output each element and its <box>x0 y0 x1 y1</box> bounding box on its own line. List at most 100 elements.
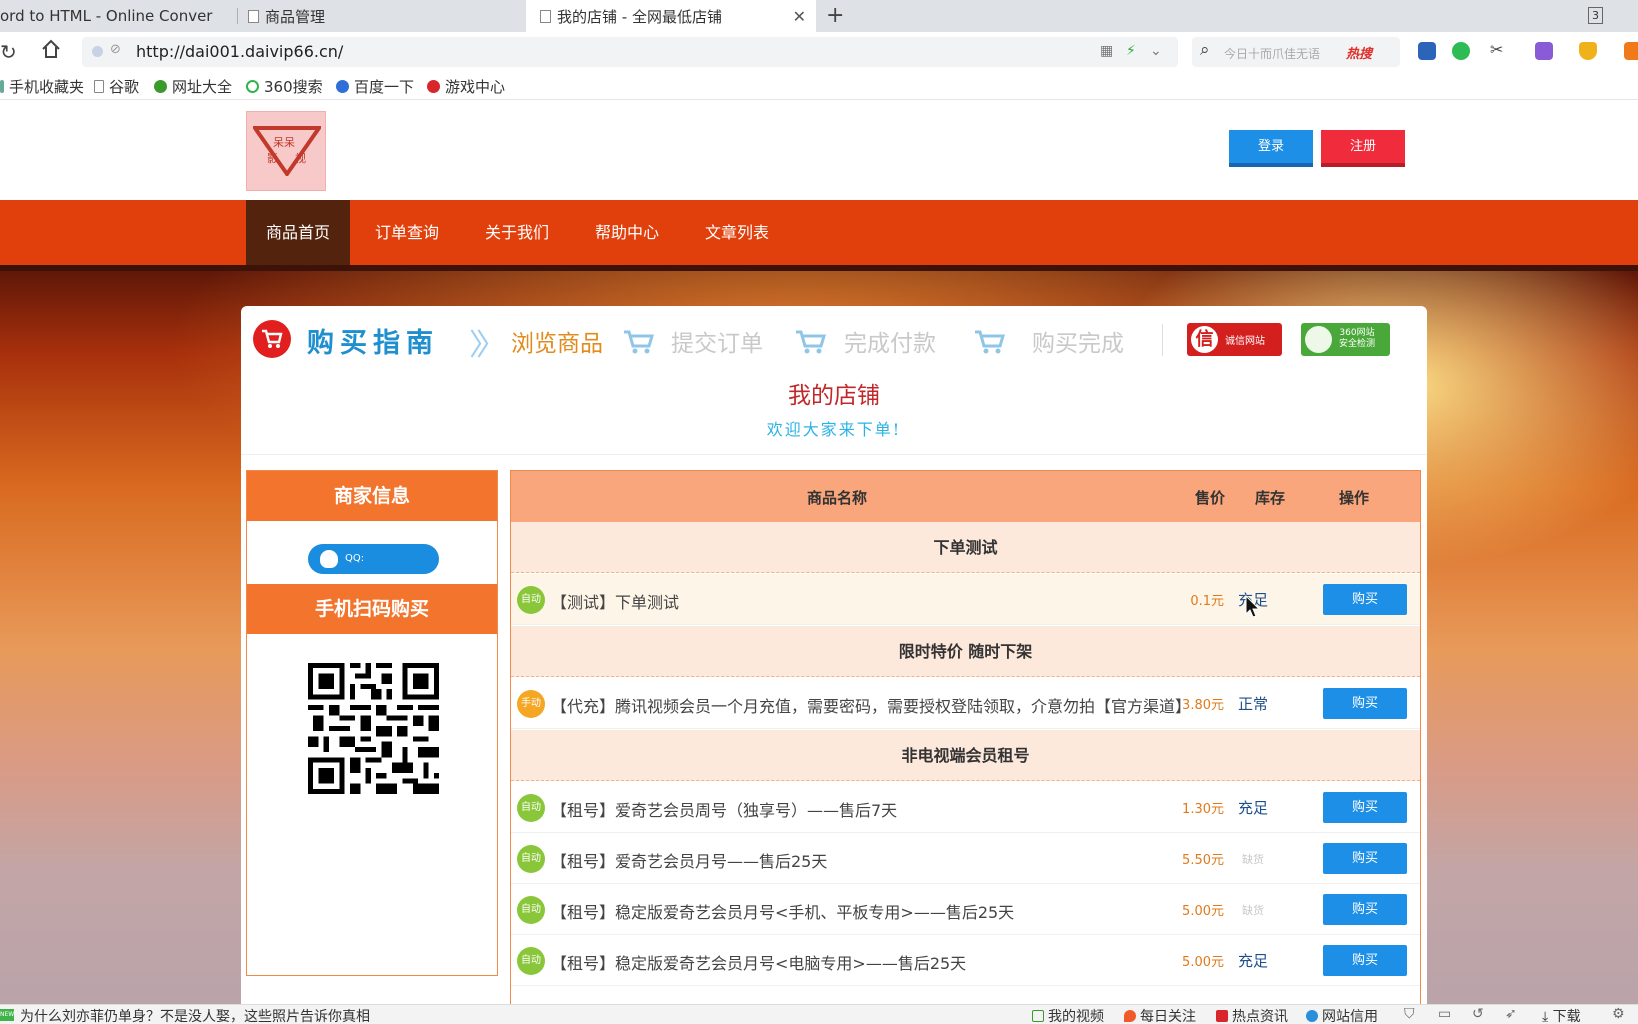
site-logo[interactable]: 呆呆 影 视 <box>246 111 326 191</box>
security-badge-line: 安全检测 <box>1339 339 1376 349</box>
product-name[interactable]: 【测试】下单测试 <box>551 589 1191 613</box>
cart-icon <box>975 330 1006 354</box>
header-product-name: 商品名称 <box>807 489 868 507</box>
category-row: 限时特价 随时下架 <box>511 626 1420 677</box>
address-bar[interactable]: ⊘ http://dai001.daivip66.cn/ ▦ ⚡ ⌄ <box>82 37 1178 67</box>
search-box[interactable]: ⌕ 今日十而爪佳无语 热搜 <box>1192 37 1400 67</box>
magnifier-icon <box>1305 326 1332 353</box>
bookmark-label: 百度一下 <box>354 78 415 96</box>
step-submit: 提交订单 <box>671 331 763 357</box>
tab-my-shop[interactable]: 我的店铺 - 全网最低店铺 ✕ <box>526 0 816 32</box>
bookmark-label: 谷歌 <box>109 78 140 96</box>
shop-title: 我的店铺 <box>788 383 880 409</box>
nav-item-articles[interactable]: 文章列表 <box>692 200 782 265</box>
my-videos-link[interactable]: 我的视频 <box>1032 1006 1104 1024</box>
guide-title: 购买指南 <box>307 328 439 359</box>
product-name[interactable]: 【租号】爱奇艺会员月号——售后25天 <box>551 848 1191 872</box>
buy-button[interactable]: 购买 <box>1323 792 1407 823</box>
news-ticker[interactable]: 为什么刘亦菲仍单身？不是没人娶，这些照片告诉你真相 <box>20 1006 370 1024</box>
nav-item-about[interactable]: 关于我们 <box>472 200 562 265</box>
scissors-icon[interactable]: ✂ <box>1490 40 1508 59</box>
bookmark-label: 手机收藏夹 <box>9 78 85 96</box>
wechat-icon[interactable] <box>1452 42 1470 60</box>
buy-button[interactable]: 购买 <box>1323 688 1407 719</box>
buy-button[interactable]: 购买 <box>1323 894 1407 925</box>
nav-item-order-query[interactable]: 订单查询 <box>362 200 452 265</box>
shield-icon[interactable] <box>1579 42 1597 60</box>
auto-delivery-badge: 自动 <box>517 896 545 924</box>
table-row[interactable]: 手动 【代充】腾讯视频会员一个月充值，需要密码，需要授权登陆领取，介意勿拍【官方… <box>511 678 1420 729</box>
login-button[interactable]: 登录 <box>1229 130 1313 167</box>
close-tab-icon[interactable]: ✕ <box>793 7 806 26</box>
shield-icon[interactable]: ⛉ <box>1404 1006 1415 1022</box>
daily-follow-link[interactable]: 每日关注 <box>1124 1006 1196 1024</box>
table-row[interactable]: 自动 【测试】下单测试 0.1元 充足 购买 <box>511 574 1420 625</box>
trusted-site-badge[interactable]: 信 诚信网站 <box>1187 323 1282 356</box>
url-text[interactable]: http://dai001.daivip66.cn/ <box>136 42 343 61</box>
refresh-icon[interactable]: ↺ <box>1472 1006 1484 1022</box>
image-icon[interactable]: ▭ <box>1438 1006 1451 1022</box>
bookmark-label: 360搜索 <box>264 78 323 96</box>
bookmark-baidu[interactable]: 百度一下 <box>336 76 414 97</box>
nav-item-help[interactable]: 帮助中心 <box>582 200 672 265</box>
settings-icon[interactable]: ⚙ <box>1612 1006 1625 1022</box>
product-name[interactable]: 【租号】稳定版爱奇艺会员月号<手机、平板专用>——售后25天 <box>551 899 1191 923</box>
product-price: 3.80元 <box>1182 698 1224 713</box>
auto-delivery-badge: 自动 <box>517 947 545 975</box>
home-icon[interactable] <box>40 38 62 65</box>
bookmark-game-center[interactable]: 游戏中心 <box>427 76 505 97</box>
main-panel: 购买指南 〉〉 浏览商品 提交订单 完成付款 购买完成 信 诚信网站 360网站… <box>241 306 1427 1010</box>
table-row[interactable]: 自动 【租号】爱奇艺会员周号（独享号）——售后7天 1.30元 充足 购买 <box>511 782 1420 833</box>
double-chevron-icon: 〉〉 <box>469 328 506 363</box>
step-browse: 浏览商品 <box>511 331 603 357</box>
qq-contact-button[interactable]: QQ: <box>308 544 439 574</box>
divider <box>241 454 1427 455</box>
buy-button[interactable]: 购买 <box>1323 945 1407 976</box>
extension-icon[interactable] <box>1624 42 1638 60</box>
bookmark-360-search[interactable]: 360搜索 <box>246 76 323 97</box>
speed-icon[interactable]: ⚡ <box>1126 43 1136 59</box>
site-credit-link[interactable]: 网站信用 <box>1306 1006 1378 1024</box>
table-row[interactable]: 自动 【租号】稳定版爱奇艺会员月号<手机、平板专用>——售后25天 5.00元 … <box>511 884 1420 935</box>
chevron-down-icon[interactable]: ⌄ <box>1150 43 1162 59</box>
phone-icon <box>0 80 4 93</box>
downloads-link[interactable]: ⤓ 下载 <box>1542 1006 1581 1024</box>
search-360-icon <box>246 80 259 93</box>
security-badge-line: 360网站 <box>1339 328 1375 338</box>
tab-word-to-html[interactable]: ord to HTML - Online Conver <box>0 0 232 32</box>
reload-icon[interactable]: ↻ <box>0 40 17 64</box>
nav-item-home[interactable]: 商品首页 <box>246 200 350 265</box>
extension-icon[interactable] <box>1418 42 1436 60</box>
table-row[interactable]: 自动 【租号】稳定版爱奇艺会员月号<电脑专用>——售后25天 5.00元 充足 … <box>511 935 1420 986</box>
tab-product-management[interactable]: 商品管理 <box>248 0 518 32</box>
search-placeholder: 今日十而爪佳无语 <box>1224 47 1321 61</box>
buy-button[interactable]: 购买 <box>1323 843 1407 874</box>
mouse-cursor-icon <box>1245 595 1261 618</box>
new-tab-button[interactable]: + <box>826 3 844 28</box>
qq-penguin-icon <box>320 550 338 568</box>
security-check-badge[interactable]: 360网站 安全检测 <box>1301 323 1390 356</box>
buy-button[interactable]: 购买 <box>1323 584 1407 615</box>
table-row[interactable]: 自动 【租号】爱奇艺会员月号——售后25天 5.50元 缺货 购买 <box>511 833 1420 884</box>
tab-count[interactable]: 3 <box>1588 7 1603 24</box>
product-name[interactable]: 【租号】爱奇艺会员周号（独享号）——售后7天 <box>551 797 1191 821</box>
product-name[interactable]: 【租号】稳定版爱奇艺会员月号<电脑专用>——售后25天 <box>551 950 1191 974</box>
product-name[interactable]: 【代充】腾讯视频会员一个月充值，需要密码，需要授权登陆领取，介意勿拍【官方渠道】 <box>551 693 1191 717</box>
site-info-icon[interactable] <box>92 46 103 57</box>
translate-icon[interactable] <box>1535 42 1553 60</box>
bookmark-google[interactable]: 谷歌 <box>94 76 139 97</box>
browser-toolbar: ↻ ⊘ http://dai001.daivip66.cn/ ▦ ⚡ ⌄ ⌕ 今… <box>0 32 1638 72</box>
bookmark-url-directory[interactable]: 网址大全 <box>154 76 232 97</box>
stock-status: 充足 <box>1237 952 1268 970</box>
bookmark-mobile-favorites[interactable]: 手机收藏夹 <box>0 76 84 97</box>
header-action: 操作 <box>1339 489 1370 507</box>
table-header: 商品名称 售价 库存 操作 <box>511 471 1420 522</box>
rocket-icon[interactable]: ➶ <box>1505 1006 1517 1022</box>
paw-icon <box>336 80 349 93</box>
hot-search-label[interactable]: 热搜 <box>1346 43 1372 62</box>
qr-code-icon[interactable]: ▦ <box>1100 43 1113 59</box>
hot-news-link[interactable]: 热点资讯 <box>1216 1006 1288 1024</box>
register-button[interactable]: 注册 <box>1321 130 1405 167</box>
qr-code-image <box>308 663 439 794</box>
merchant-sidebar: 商家信息 QQ: 手机扫码购买 <box>246 470 498 976</box>
